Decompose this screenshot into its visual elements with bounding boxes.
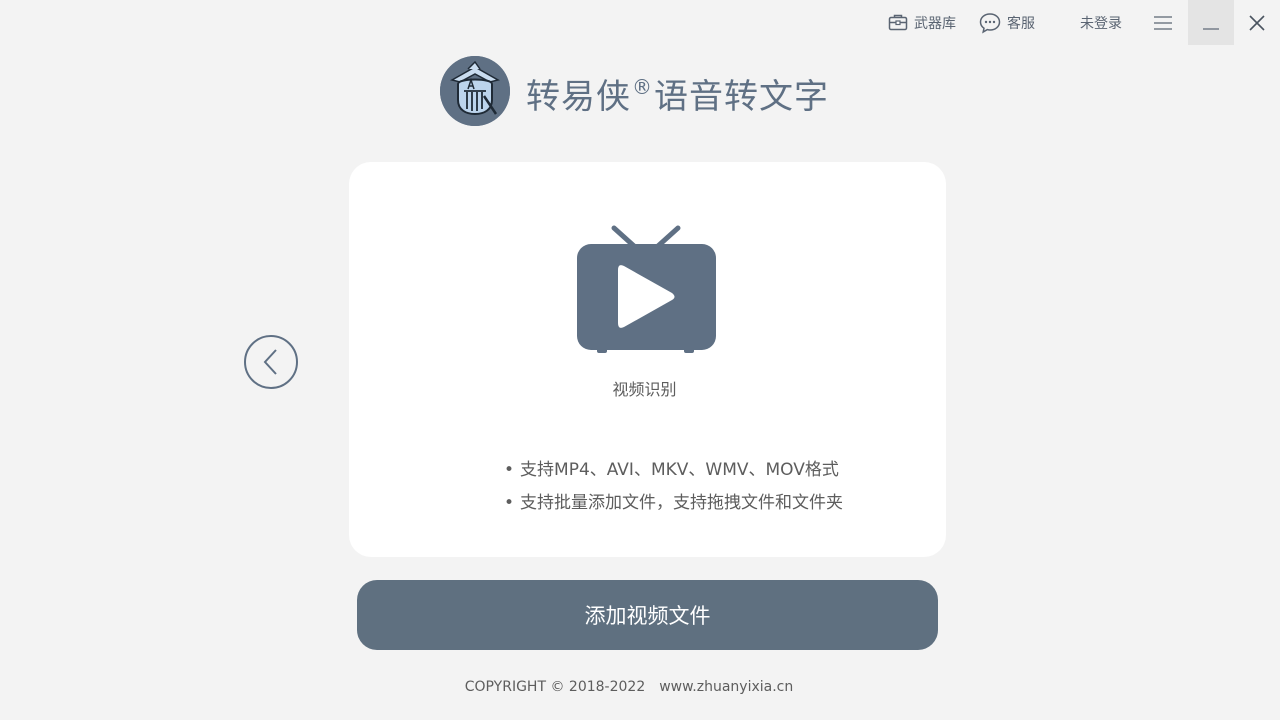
customer-service-button[interactable]: 客服 (979, 0, 1049, 46)
login-status-button[interactable]: 未登录 (1080, 0, 1140, 46)
close-icon[interactable] (1234, 0, 1280, 45)
toolbox-icon (888, 13, 908, 33)
weapon-library-label: 武器库 (914, 16, 956, 32)
tv-play-icon (576, 224, 718, 356)
customer-service-label: 客服 (1007, 16, 1035, 32)
feature-list: 支持MP4、AVI、MKV、WMV、MOV格式 支持批量添加文件，支持拖拽文件和… (504, 454, 843, 520)
feature-card: 视频识别 支持MP4、AVI、MKV、WMV、MOV格式 支持批量添加文件，支持… (349, 162, 946, 557)
brand-name: 转易侠®语音转文字 (526, 69, 829, 118)
brand-name-part2: 语音转文字 (654, 76, 829, 117)
weapon-library-button[interactable]: 武器库 (888, 0, 968, 46)
brand-header: 转易侠®语音转文字 (440, 56, 829, 126)
knight-helmet-logo-icon (440, 56, 510, 126)
registered-mark: ® (632, 74, 653, 99)
feature-item: 支持批量添加文件，支持拖拽文件和文件夹 (504, 487, 843, 520)
login-status-label: 未登录 (1080, 16, 1122, 32)
minimize-icon[interactable] (1188, 0, 1234, 45)
copyright-text: COPYRIGHT © 2018-2022 (464, 679, 646, 695)
chevron-left-icon[interactable] (244, 335, 298, 389)
feature-label: 视频识别 (612, 380, 677, 399)
chat-bubble-icon (979, 12, 1001, 34)
add-video-file-button[interactable]: 添加视频文件 (357, 580, 938, 650)
feature-item: 支持MP4、AVI、MKV、WMV、MOV格式 (504, 454, 843, 487)
app-window: 武器库 客服 未登录 转易侠®语音转文字 视频识别 • 支持MP4、AVI、MK… (0, 0, 1280, 720)
website-link[interactable]: www.zhuanyixia.cn (659, 679, 793, 695)
footer: COPYRIGHT © 2018-2022 www.zhuanyixia.cn (0, 679, 1258, 695)
brand-name-part1: 转易侠 (526, 76, 631, 117)
hamburger-menu-icon[interactable] (1140, 0, 1186, 45)
